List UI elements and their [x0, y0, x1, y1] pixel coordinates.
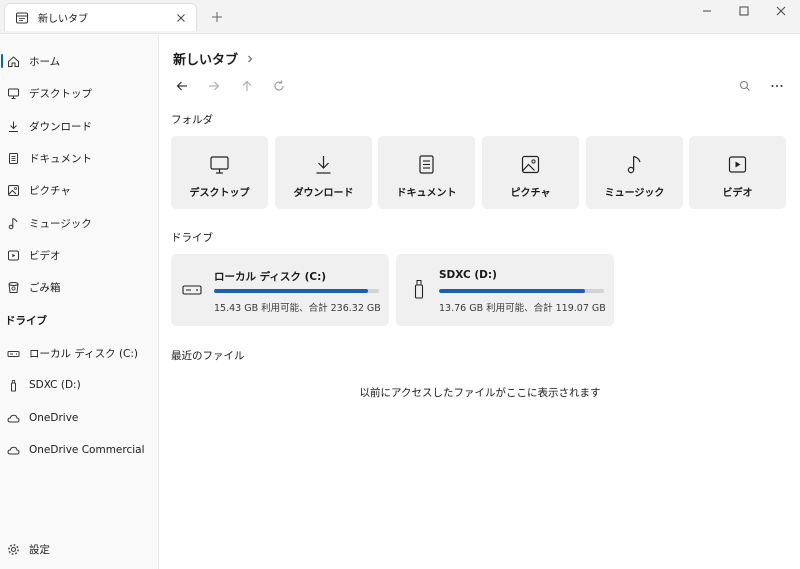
folder-card-pictures[interactable]: ピクチャ: [482, 136, 579, 209]
folder-card-label: ピクチャ: [510, 188, 551, 199]
sidebar-item-label: OneDrive Commercial: [29, 444, 145, 456]
music-icon: [7, 217, 20, 230]
download-icon: [313, 154, 334, 175]
home-icon: [7, 55, 20, 68]
cloud-icon: [7, 412, 20, 425]
more-options-icon[interactable]: [770, 79, 784, 93]
drive-usage-bar: [439, 289, 604, 293]
minimize-icon[interactable]: [700, 4, 714, 18]
gear-icon: [7, 543, 20, 556]
download-icon: [7, 120, 20, 133]
sidebar-item-sdxc-d[interactable]: SDXC (D:): [0, 371, 158, 399]
desktop-icon: [7, 87, 20, 100]
folder-card-label: ミュージック: [604, 188, 665, 199]
drive-usage-fill: [214, 289, 369, 293]
drive-card-local-disk-c[interactable]: ローカル ディスク (C:) 15.43 GB 利用可能、合計 236.32 G…: [171, 254, 389, 326]
sidebar-item-settings[interactable]: 設定: [0, 535, 158, 563]
folder-card-label: ドキュメント: [396, 188, 457, 199]
drives-heading: ドライブ: [171, 232, 213, 244]
drive-name: ローカル ディスク (C:): [214, 271, 327, 283]
music-icon: [624, 154, 645, 175]
document-icon: [416, 154, 437, 175]
folder-card-label: デスクトップ: [189, 188, 250, 199]
folder-card-music[interactable]: ミュージック: [586, 136, 683, 209]
hard-drive-icon: [7, 347, 20, 360]
folder-card-downloads[interactable]: ダウンロード: [275, 136, 372, 209]
main-content: 新しいタブ フォルダ デスクトップ ダウンロード ドキュメント ピクチャ ミュー…: [160, 35, 800, 569]
sidebar-item-label: OneDrive: [29, 412, 79, 424]
sidebar-item-label: 設定: [29, 543, 50, 556]
cloud-icon: [7, 444, 20, 457]
recycle-bin-icon: [7, 281, 20, 294]
up-arrow-icon[interactable]: [240, 79, 254, 93]
picture-icon: [7, 184, 20, 197]
sidebar-item-label: ピクチャ: [29, 184, 71, 197]
drive-usage-bar: [214, 289, 379, 293]
sidebar-item-label: ごみ箱: [29, 281, 61, 294]
search-icon[interactable]: [738, 79, 752, 93]
sidebar-item-label: ホーム: [29, 55, 61, 68]
sidebar-item-label: ドキュメント: [29, 152, 92, 165]
forward-arrow-icon[interactable]: [207, 79, 221, 93]
close-tab-icon[interactable]: [174, 11, 188, 25]
folders-heading: フォルダ: [171, 114, 213, 126]
navigation-pane: ホーム デスクトップ ダウンロード ドキュメント ピクチャ ミュージック ビデオ…: [0, 35, 159, 569]
sidebar-item-local-disk-c[interactable]: ローカル ディスク (C:): [0, 339, 158, 367]
drive-space-info: 13.76 GB 利用可能、合計 119.07 GB: [439, 303, 606, 314]
back-arrow-icon[interactable]: [175, 79, 189, 93]
sidebar-item-label: ローカル ディスク (C:): [29, 347, 139, 360]
folder-card-label: ビデオ: [722, 188, 753, 199]
sidebar-item-label: ビデオ: [29, 249, 61, 262]
folder-card-desktop[interactable]: デスクトップ: [171, 136, 268, 209]
sidebar-item-onedrive-commercial[interactable]: OneDrive Commercial: [0, 436, 158, 464]
sidebar-item-label: デスクトップ: [29, 87, 92, 100]
sidebar-item-downloads[interactable]: ダウンロード: [0, 112, 158, 140]
picture-icon: [520, 154, 541, 175]
drive-usage-fill: [439, 289, 585, 293]
folder-card-documents[interactable]: ドキュメント: [378, 136, 475, 209]
sidebar-item-home[interactable]: ホーム: [0, 47, 158, 75]
hard-drive-icon: [182, 280, 202, 300]
tab-title: 新しいタブ: [38, 14, 88, 25]
video-icon: [7, 249, 20, 262]
maximize-icon[interactable]: [737, 4, 751, 18]
drive-name: SDXC (D:): [439, 269, 497, 281]
video-icon: [727, 154, 748, 175]
breadcrumb-current[interactable]: 新しいタブ: [173, 49, 238, 68]
recent-files-empty-message: 以前にアクセスしたファイルがここに表示されます: [359, 387, 601, 399]
usb-drive-icon: [409, 279, 429, 299]
tab-new-tab[interactable]: 新しいタブ: [4, 3, 197, 31]
document-icon: [7, 152, 20, 165]
chevron-right-icon[interactable]: [246, 54, 254, 64]
folder-card-label: ダウンロード: [293, 188, 354, 199]
sidebar-item-documents[interactable]: ドキュメント: [0, 144, 158, 172]
sidebar-item-label: ダウンロード: [29, 120, 92, 133]
sidebar-drives-heading: ドライブ: [5, 315, 47, 327]
sidebar-item-music[interactable]: ミュージック: [0, 209, 158, 237]
sidebar-item-label: ミュージック: [29, 217, 92, 230]
folder-card-videos[interactable]: ビデオ: [689, 136, 786, 209]
sidebar-item-videos[interactable]: ビデオ: [0, 241, 158, 269]
refresh-icon[interactable]: [272, 79, 286, 93]
usb-drive-icon: [7, 379, 20, 392]
file-explorer-tab-icon: [15, 11, 29, 25]
sidebar-item-onedrive[interactable]: OneDrive: [0, 404, 158, 432]
sidebar-item-recycle-bin[interactable]: ごみ箱: [0, 273, 158, 301]
breadcrumb: 新しいタブ: [173, 49, 254, 68]
close-window-icon[interactable]: [774, 4, 788, 18]
title-bar: 新しいタブ: [0, 0, 800, 34]
sidebar-item-pictures[interactable]: ピクチャ: [0, 176, 158, 204]
new-tab-plus-icon[interactable]: [209, 9, 225, 25]
desktop-icon: [209, 154, 230, 175]
drive-card-sdxc-d[interactable]: SDXC (D:) 13.76 GB 利用可能、合計 119.07 GB: [396, 254, 614, 326]
sidebar-item-label: SDXC (D:): [29, 379, 81, 391]
sidebar-item-desktop[interactable]: デスクトップ: [0, 79, 158, 107]
recent-files-heading: 最近のファイル: [171, 350, 245, 362]
drive-space-info: 15.43 GB 利用可能、合計 236.32 GB: [214, 303, 381, 314]
